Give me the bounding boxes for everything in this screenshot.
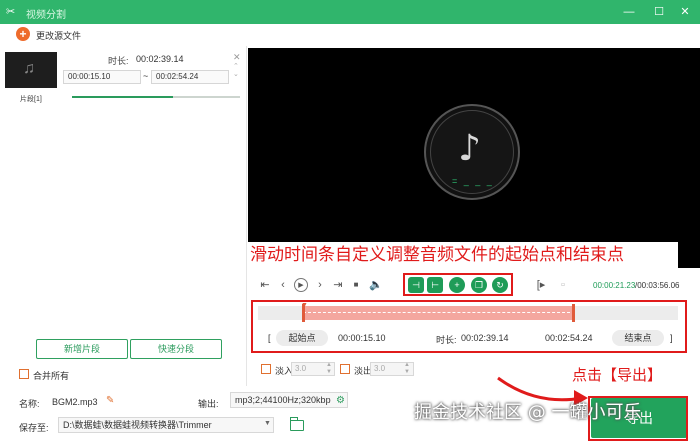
mark-in-icon[interactable]: [▸ [534,278,548,292]
end-bracket-icon[interactable]: ] [670,333,673,343]
add-segment-button[interactable]: 新增片段 [36,339,128,359]
minimize-button[interactable]: — [620,3,638,21]
folder-icon[interactable] [290,417,304,431]
segment-thumbnail[interactable]: ♫ [5,52,57,88]
timeline-annotation: 滑动时间条自定义调整音频文件的起始点和结束点 [248,242,678,268]
toolbar [0,24,700,46]
copy-icon[interactable]: ❐ [471,277,487,293]
segment-duration-value: 00:02:39.14 [136,54,184,64]
start-bracket-icon[interactable]: [ [268,333,271,343]
segment-name: 片段[1] [20,96,42,103]
add-icon[interactable]: + [449,277,465,293]
set-start-button[interactable]: 起始点 [276,330,328,346]
fade-in-arrows-icon[interactable]: ▲ ▼ [326,362,332,376]
volume-icon[interactable]: 🔈 [369,278,383,292]
plus-icon[interactable]: + [16,27,30,41]
output-label: 输出: [198,399,219,409]
start-time-value[interactable]: 00:00:15.10 [338,333,386,343]
step-forward-icon[interactable]: › [313,278,327,292]
music-note-icon: ♪ [458,128,481,169]
range-duration-value: 00:02:39.14 [461,333,509,343]
merge-all-label: 合并所有 [33,371,70,381]
save-path-field[interactable]: D:\数据蛙\数据蛙视频转换器\Trimmer [58,417,274,433]
total-time: /00:03:56.06 [635,281,680,290]
file-name: BGM2.mp3 [52,397,98,407]
watermark: 掘金技术社区 @ 一罐小可乐 [414,402,642,423]
segment-end-field[interactable]: 00:02:54.24 [151,70,229,84]
step-back-icon[interactable]: ‹ [276,278,290,292]
set-start-icon[interactable]: ⊣ [408,277,424,293]
play-icon[interactable]: ▶ [294,278,308,292]
chevron-up-icon[interactable]: ⌃ [233,62,239,70]
jump-to-start-icon[interactable]: ⇤ [258,278,272,292]
segment-progress-bar [72,96,240,98]
fade-out-arrows-icon[interactable]: ▲ ▼ [404,362,410,376]
mark-out-icon[interactable]: ▫ [556,278,570,292]
chevron-down-icon[interactable]: ⌄ [233,70,239,78]
segment-start-field[interactable]: 00:00:15.10 [63,70,141,84]
range-duration-label: 时长: [436,335,457,345]
app-logo-icon: ✂ [6,6,16,18]
quick-split-button[interactable]: 快速分段 [130,339,222,359]
edit-name-icon[interactable]: ✎ [106,395,114,406]
timeline-selection[interactable] [303,306,575,320]
title-bar: ✂ 视频分割 — ☐ ✕ [0,0,700,24]
current-time: 00:00:21.23 [593,281,636,290]
gear-icon[interactable]: ⚙ [336,395,345,406]
selection-dashes [303,312,575,313]
end-time-value[interactable]: 00:02:54.24 [545,333,593,343]
change-source-file-button[interactable]: 更改源文件 [36,29,81,42]
segment-range-separator: ~ [143,71,149,81]
jump-to-end-icon[interactable]: ⇥ [331,278,345,292]
chevron-down-icon[interactable]: ▼ [264,420,271,427]
set-end-icon[interactable]: ⊢ [427,277,443,293]
set-end-button[interactable]: 结束点 [612,330,664,346]
maximize-button[interactable]: ☐ [650,3,668,21]
window-title: 视频分割 [26,10,66,21]
save-to-label: 保存至: [19,423,49,433]
segment-duration-label: 时长: [108,56,129,66]
music-note-icon: ♫ [23,60,35,77]
equalizer-icon: = _ _ _ [452,176,494,186]
end-handle[interactable] [572,304,575,322]
fade-in-checkbox[interactable] [261,364,271,374]
stop-icon[interactable]: ■ [349,278,363,292]
merge-all-checkbox[interactable] [19,369,29,379]
playhead-icon[interactable]: ▼ [301,302,308,309]
name-label: 名称: [19,399,40,409]
output-format-field[interactable]: mp3;2;44100Hz;320kbp [230,392,348,408]
fade-out-checkbox[interactable] [340,364,350,374]
close-button[interactable]: ✕ [676,3,694,21]
reset-icon[interactable]: ↻ [492,277,508,293]
